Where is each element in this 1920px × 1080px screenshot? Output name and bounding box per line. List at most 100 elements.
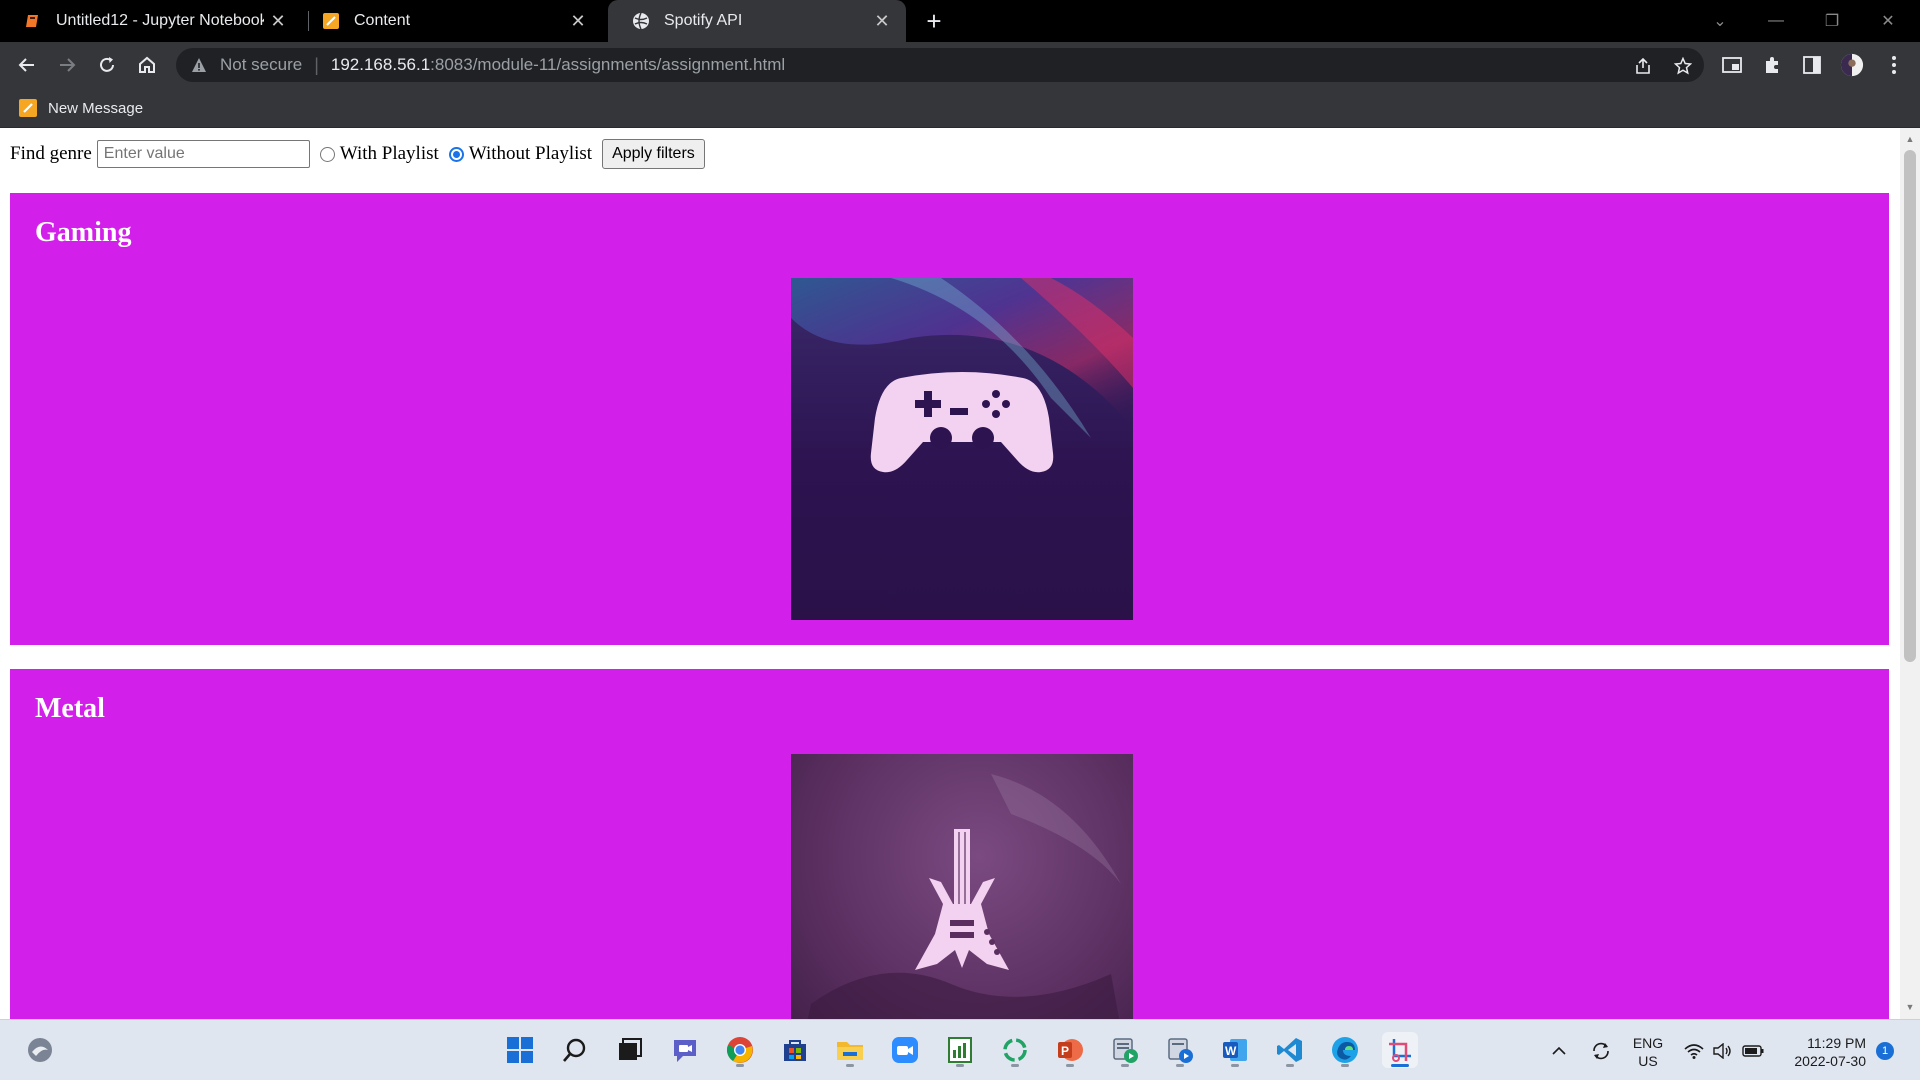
refresh-app-icon[interactable] [997,1032,1033,1068]
spreadsheet-app-icon[interactable] [942,1032,978,1068]
back-button[interactable] [12,50,42,80]
running-indicator [1341,1064,1349,1067]
globe-icon [632,12,650,30]
close-window-button[interactable]: ✕ [1860,0,1916,42]
task-view-icon[interactable] [612,1032,648,1068]
share-icon[interactable] [1632,55,1654,77]
page-scrollbar[interactable]: ▲ ▼ [1900,128,1920,1019]
genre-search-input[interactable] [96,140,310,168]
forward-button[interactable] [52,50,82,80]
running-indicator [1066,1064,1074,1067]
running-indicator [736,1064,744,1067]
reload-button[interactable] [92,50,122,80]
filter-bar: Find genre With Playlist Without Playlis… [10,138,705,170]
scroll-up-icon[interactable]: ▲ [1905,134,1915,144]
tab-content[interactable]: Content ✕ [302,0,602,42]
with-playlist-label: With Playlist [339,143,439,164]
tab-title: Untitled12 - Jupyter Notebook [56,12,264,29]
genre-title: Gaming [35,217,132,248]
close-icon[interactable]: ✕ [868,7,896,35]
svg-text:W: W [1225,1044,1237,1058]
video-editor-icon[interactable] [1162,1032,1198,1068]
with-playlist-radio[interactable] [319,146,335,162]
with-playlist-option[interactable]: With Playlist [319,143,439,165]
warning-icon[interactable] [190,56,208,74]
media-player-icon[interactable] [1107,1032,1143,1068]
notification-badge[interactable]: 1 [1876,1042,1894,1060]
close-icon[interactable]: ✕ [264,7,292,35]
search-icon[interactable] [557,1032,593,1068]
home-button[interactable] [132,50,162,80]
media-router-icon[interactable] [1720,53,1744,77]
volume-icon[interactable] [1710,1020,1734,1080]
find-genre-label: Find genre [10,143,92,164]
without-playlist-label: Without Playlist [468,143,593,164]
svg-text:P: P [1061,1044,1069,1058]
restore-button[interactable]: ❐ [1804,0,1860,42]
scroll-thumb[interactable] [1904,150,1916,662]
tab-title: Content [354,12,411,29]
side-panel-icon[interactable] [1800,53,1824,77]
address-divider: | [314,54,319,75]
teams-chat-icon[interactable] [667,1032,703,1068]
home-icon [139,56,155,73]
tab-jupyter[interactable]: Untitled12 - Jupyter Notebook ✕ [0,0,302,42]
tab-search-icon[interactable]: ⌄ [1692,0,1748,42]
snipping-tool-icon[interactable] [1382,1032,1418,1068]
show-hidden-icons-icon[interactable] [1546,1020,1572,1080]
without-playlist-option[interactable]: Without Playlist [448,143,593,165]
genre-card: Metal [10,669,1889,1019]
without-playlist-radio[interactable] [448,146,464,162]
url-path: :8083/module-11/assignments/assignment.h… [430,55,786,74]
bookmarks-bar: New Message [0,88,1920,128]
language-code: ENG [1632,1035,1664,1051]
running-indicator [1011,1064,1019,1067]
windows-taskbar: P W ENG US 11:29 PM 2022-07-30 1 [0,1019,1920,1080]
vscode-icon[interactable] [1272,1032,1308,1068]
tab-spotify-api[interactable]: Spotify API ✕ [608,0,906,42]
browser-toolbar: Not secure | 192.168.56.1 :8083/module-1… [0,42,1920,88]
clock-time: 11:29 PM [1807,1035,1866,1051]
apply-filters-button[interactable]: Apply filters [602,139,705,169]
extensions-icon[interactable] [1760,53,1784,77]
menu-icon[interactable] [1882,53,1906,77]
url-host: 192.168.56.1 [330,55,431,74]
running-indicator [1286,1064,1294,1067]
running-indicator [1391,1064,1409,1067]
reload-icon [100,57,114,72]
clock-date: 2022-07-30 [1794,1053,1866,1069]
scroll-down-icon[interactable]: ▼ [1905,1002,1915,1012]
jupyter-icon [24,12,42,30]
bookmark-new-message[interactable]: New Message [18,96,143,120]
widgets-icon[interactable] [22,1032,58,1068]
forward-arrow-icon [60,58,76,72]
wifi-icon[interactable] [1682,1020,1706,1080]
profile-avatar[interactable] [1840,53,1864,77]
running-indicator [956,1064,964,1067]
word-icon[interactable]: W [1217,1032,1253,1068]
sync-icon[interactable] [1586,1020,1616,1080]
clock[interactable]: 11:29 PM 2022-07-30 [1780,1034,1866,1070]
minimize-button[interactable]: — [1748,0,1804,42]
new-tab-button[interactable]: + [920,6,948,36]
start-icon[interactable] [502,1032,538,1068]
running-indicator [1121,1064,1129,1067]
powerpoint-icon[interactable]: P [1052,1032,1088,1068]
note-icon [19,99,37,117]
bookmark-label: New Message [48,99,144,117]
battery-icon[interactable] [1740,1020,1766,1080]
close-icon[interactable]: ✕ [564,7,592,35]
guitar-artwork[interactable] [791,754,1133,1019]
edge-icon[interactable] [1327,1032,1363,1068]
page-viewport: Find genre With Playlist Without Playlis… [0,128,1900,1019]
store-icon[interactable] [777,1032,813,1068]
bookmark-star-icon[interactable] [1672,55,1694,77]
chrome-icon[interactable] [722,1032,758,1068]
gamepad-artwork[interactable] [791,278,1133,620]
tab-strip: Untitled12 - Jupyter Notebook ✕ Content … [0,0,1920,42]
zoom-icon[interactable] [887,1032,923,1068]
input-language-indicator[interactable]: ENG US [1628,1034,1668,1070]
note-icon [322,12,340,30]
file-explorer-icon[interactable] [832,1032,868,1068]
address-bar[interactable]: Not secure | 192.168.56.1 :8083/module-1… [176,48,1704,82]
